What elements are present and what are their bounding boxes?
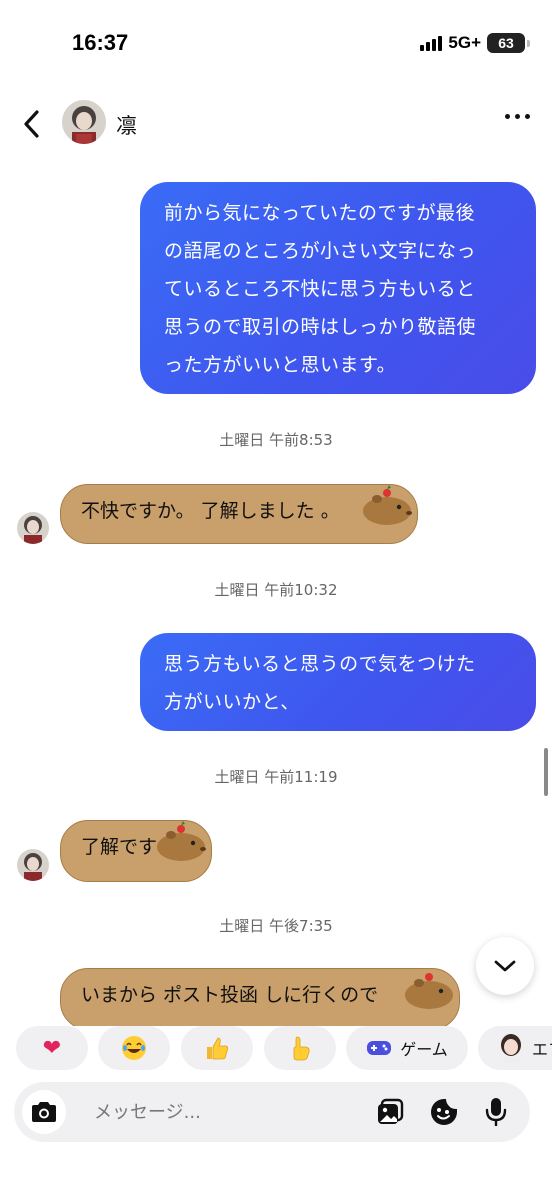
battery-level: 63 [487,33,525,53]
outgoing-message[interactable]: 前から気になっていたのですが最後 の語尾のところが小さい文字になっ ているところ… [140,182,536,394]
message-text: 了解です [81,836,158,858]
incoming-message[interactable]: 不快ですか。 了解しました 。 [60,484,418,544]
microphone-icon [485,1098,507,1126]
capybara-sticker-icon [157,821,206,861]
sender-avatar[interactable] [17,512,49,544]
capybara-sticker-icon [363,485,412,525]
timestamp: 土曜日 午前11:19 [214,768,338,786]
scrollbar[interactable] [544,748,548,796]
status-bar: 16:37 5G+ 63 [0,0,552,90]
heart-icon: ❤ [42,1035,62,1061]
effect-chip-label: エフ [532,1040,552,1059]
chevron-left-icon [24,110,39,138]
game-chip-label: ゲーム [400,1040,448,1059]
capybara-sticker-icon [405,973,453,1009]
message-line: った方がいいと思います。 [164,354,397,376]
timestamp: 土曜日 午前8:53 [219,431,333,449]
battery-icon: 63 [487,33,530,53]
incoming-message[interactable]: 了解です [60,820,212,882]
message-line: ているところ不快に思う方もいると [164,278,476,300]
reaction-thumbs-up[interactable] [181,1026,253,1070]
contact-name[interactable]: 凛 [116,110,137,140]
chat-header: 凛 [0,92,552,156]
status-time: 16:37 [72,30,129,55]
message-composer [14,1082,530,1142]
sticker-icon [431,1099,457,1125]
message-text: 不快ですか。 了解しました 。 [81,500,340,522]
timestamp: 土曜日 午前10:32 [214,581,338,599]
game-chip[interactable]: ゲーム [346,1026,468,1070]
message-line: 前から気になっていたのですが最後 [164,202,476,224]
reaction-point-up[interactable] [264,1026,336,1070]
camera-button[interactable] [22,1090,66,1134]
message-input[interactable] [94,1098,354,1126]
chevron-down-icon [494,960,516,972]
voice-button[interactable] [480,1096,512,1128]
pointing-hand-icon [293,1036,310,1061]
message-line: の語尾のところが小さい文字になっ [164,240,477,262]
reaction-laugh[interactable] [98,1026,170,1070]
gallery-icon [378,1098,404,1124]
avatar-effect-icon [501,1034,521,1063]
status-indicators: 5G+ 63 [420,33,530,53]
timestamp: 土曜日 午後7:35 [219,917,333,935]
network-type: 5G+ [448,33,481,52]
gallery-button[interactable] [374,1096,406,1128]
scroll-to-bottom-button[interactable] [476,937,534,995]
thumbs-up-icon [207,1037,229,1060]
effect-chip[interactable]: エフ [478,1026,552,1070]
sender-avatar[interactable] [17,849,49,881]
reaction-heart[interactable]: ❤ [16,1026,88,1070]
message-line: 方がいいかと、 [164,691,300,713]
incoming-message[interactable]: いまから ポスト投函 しに行くので [60,968,460,1030]
more-options-button[interactable] [505,114,530,119]
sticker-button[interactable] [428,1096,460,1128]
message-line: 思うので取引の時はしっかり敬語使 [164,316,477,338]
quick-reactions-bar: ❤ ゲーム エ [0,1026,552,1072]
laughing-face-icon [122,1036,146,1060]
outgoing-message[interactable]: 思う方もいると思うので気をつけた 方がいいかと、 [140,633,536,731]
game-controller-icon [367,1041,392,1055]
signal-icon [420,35,443,51]
back-button[interactable] [16,106,48,142]
message-text: いまから ポスト投函 しに行くので [81,984,379,1006]
contact-avatar[interactable] [62,100,106,144]
message-line: 思う方もいると思うので気をつけた [164,653,476,675]
camera-icon [32,1102,56,1122]
